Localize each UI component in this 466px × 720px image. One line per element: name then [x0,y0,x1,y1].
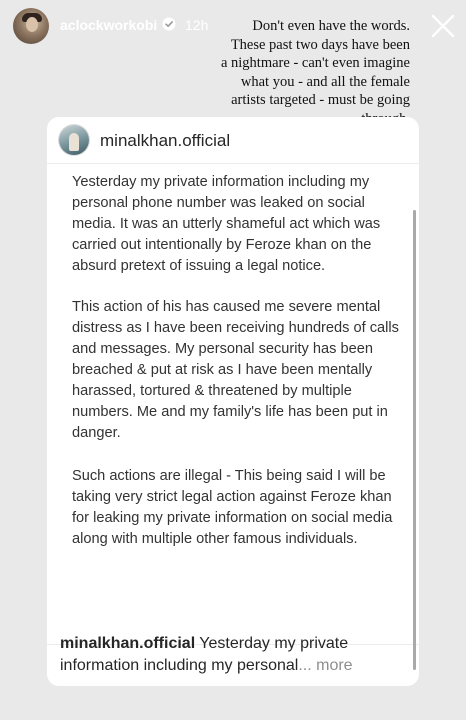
caption-author[interactable]: minalkhan.official [60,635,195,652]
story-text-overlay: Don't even have the words. These past tw… [220,18,410,127]
caption-more-link[interactable]: ... more [298,657,352,674]
post-caption[interactable]: minalkhan.official Yesterday my private … [60,633,408,677]
post-scrollbar[interactable] [413,210,416,670]
shared-post-card[interactable]: minalkhan.official Yesterday my private … [47,117,419,686]
story-avatar[interactable] [13,8,49,44]
post-header[interactable]: minalkhan.official [47,117,419,163]
post-paragraph-2: This action of his has caused me severe … [72,299,399,441]
post-paragraph-1: Yesterday my private information includi… [72,174,381,274]
avatar-figure [69,133,79,151]
close-icon[interactable] [430,13,456,39]
post-author-name[interactable]: minalkhan.official [100,131,230,151]
post-paragraph-3: Such actions are illegal - This being sa… [72,468,393,547]
story-username[interactable]: aclockworkobi [60,17,157,33]
avatar-face [26,17,38,32]
post-author-avatar[interactable] [59,125,89,155]
post-image[interactable]: Yesterday my private information includi… [47,163,419,670]
